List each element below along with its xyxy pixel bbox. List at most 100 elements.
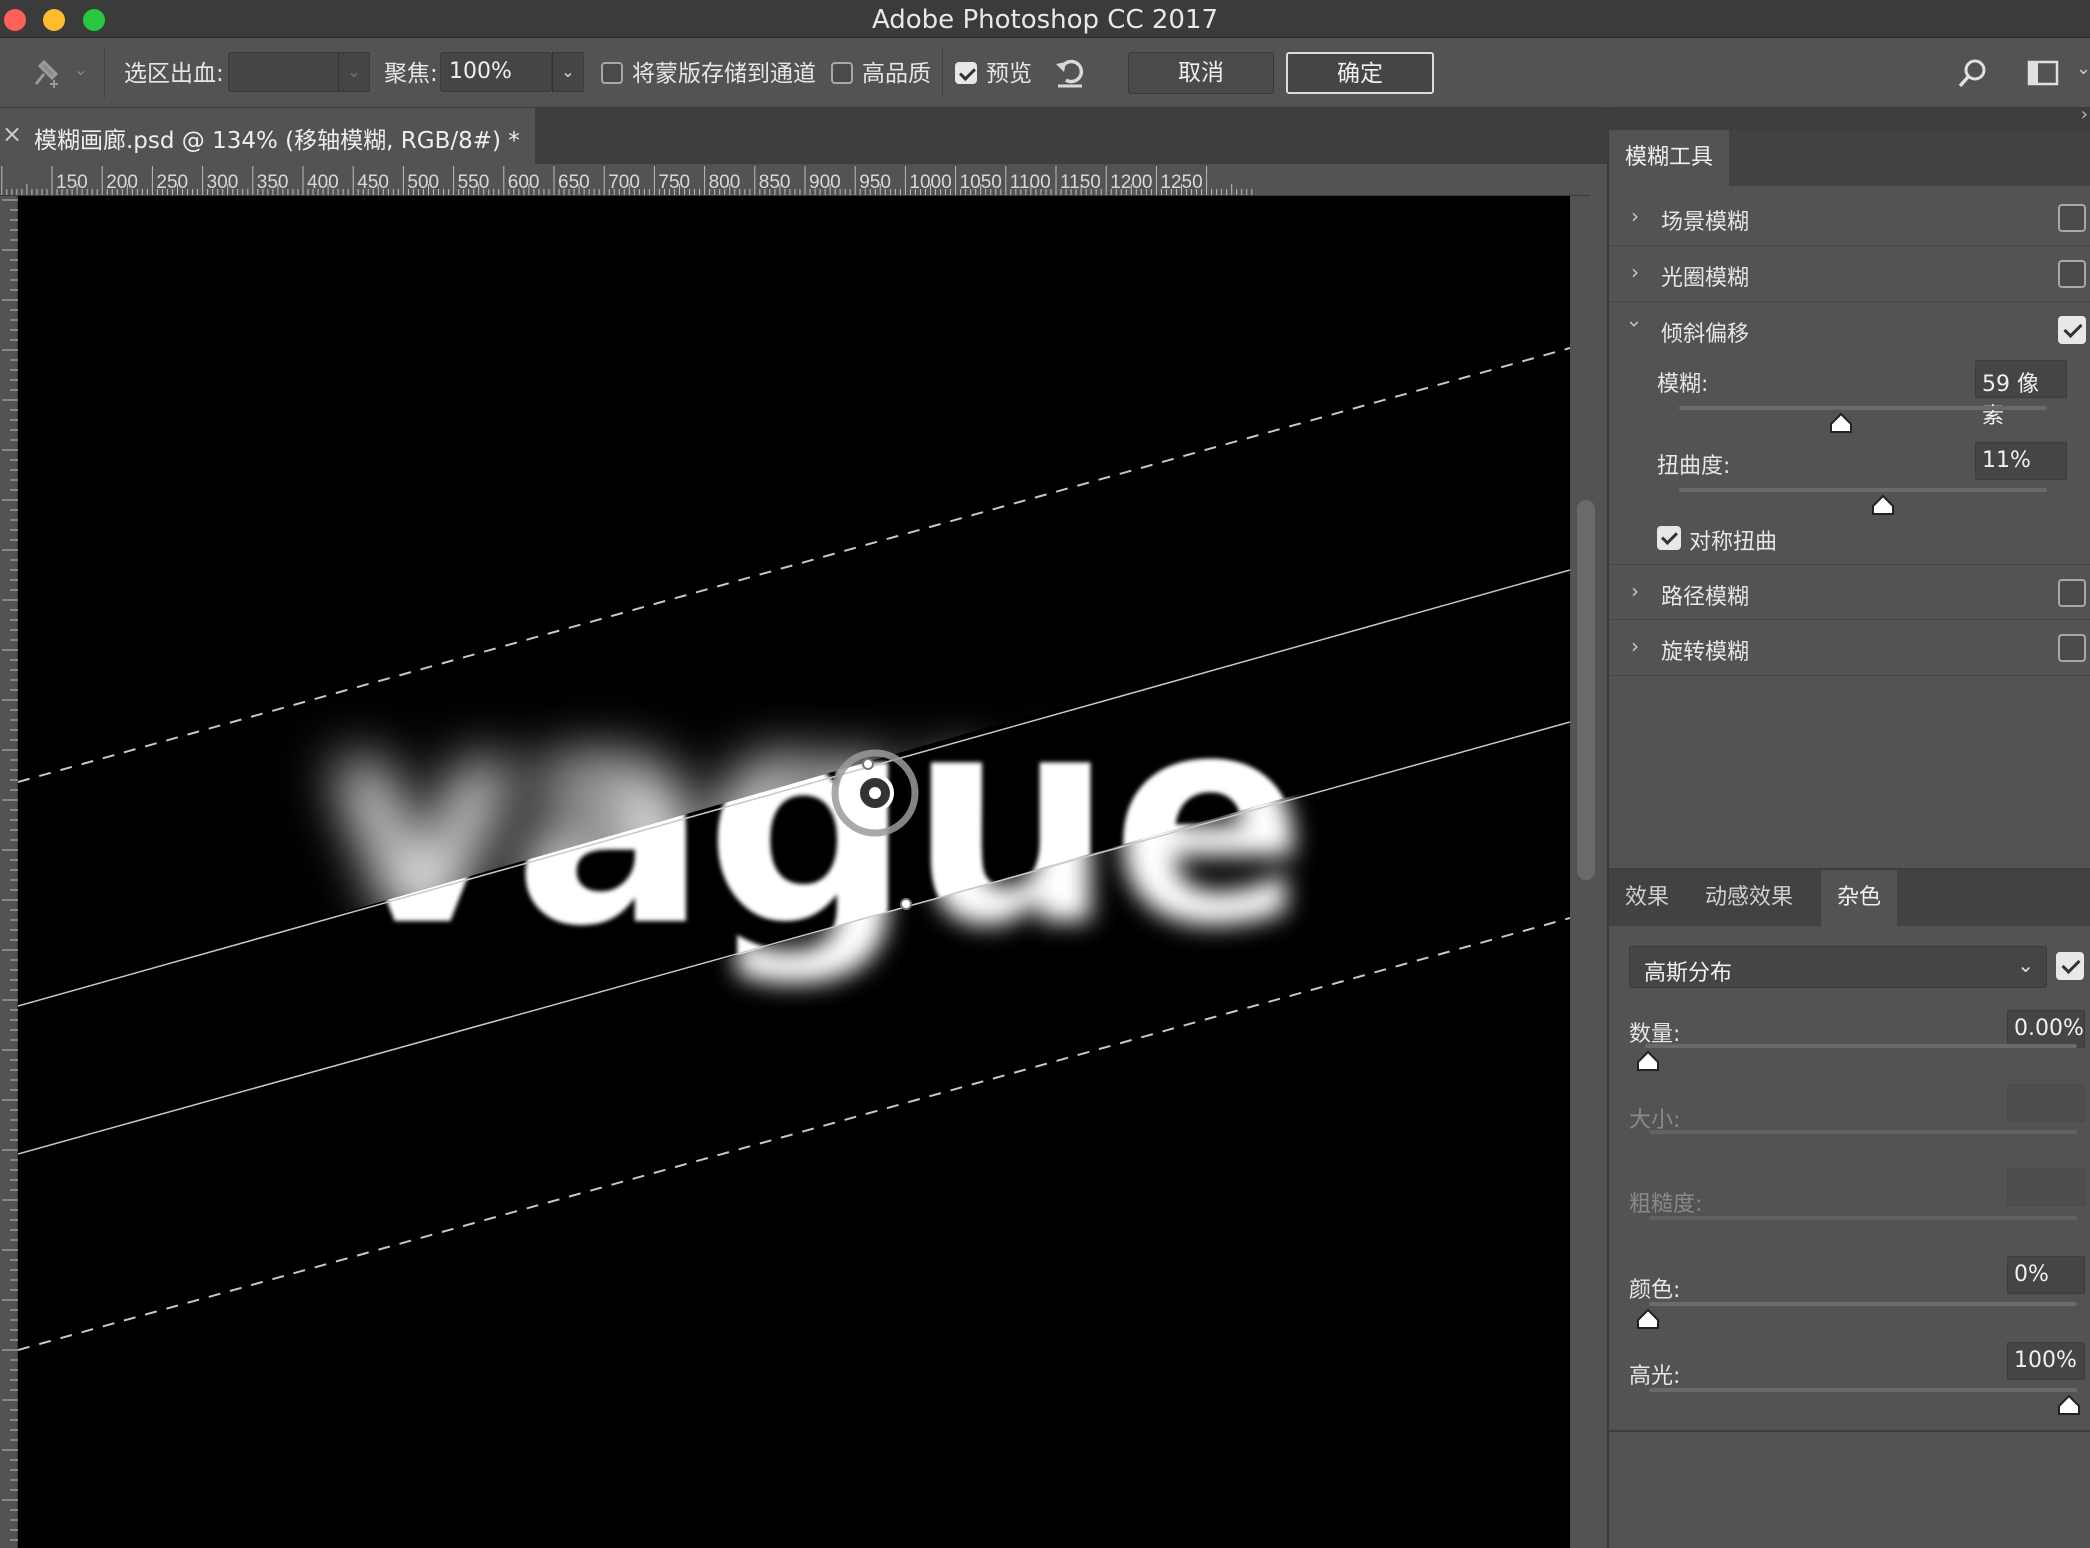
noise-amount-field[interactable]: 0.00% — [2007, 1010, 2085, 1048]
blur-amount-field[interactable]: 59 像素 — [1975, 360, 2067, 429]
noise-color-slider[interactable] — [1649, 1302, 2077, 1306]
field-blur-checkbox[interactable] — [2058, 204, 2086, 232]
selection-bleed-label: 选区出血: — [124, 61, 224, 87]
noise-size-slider — [1649, 1130, 2077, 1134]
chevron-right-icon[interactable]: › — [1631, 579, 1639, 603]
reset-icon[interactable] — [1052, 54, 1090, 90]
tilt-shift-checkbox[interactable] — [2058, 316, 2086, 344]
distortion-field[interactable]: 11% — [1975, 442, 2067, 480]
symmetric-distortion-checkbox[interactable] — [1657, 526, 1681, 550]
close-tab-icon[interactable]: × — [2, 120, 22, 148]
chevron-right-icon[interactable]: › — [1631, 260, 1639, 284]
high-quality-checkbox[interactable] — [831, 62, 853, 84]
tab-motion-effects[interactable]: 动感效果 — [1689, 870, 1809, 926]
canvas[interactable]: vague vague vague — [18, 196, 1570, 1548]
right-panels: › 模糊工具 › 场景模糊 › 光圈模糊 › 倾斜偏移 模糊: 59 像素 扭曲… — [1607, 104, 2090, 1548]
noise-size-field — [2007, 1084, 2085, 1122]
noise-amount-slider[interactable] — [1645, 1044, 2077, 1048]
ruler-label: 750 — [658, 172, 690, 193]
preview-label: 预览 — [986, 61, 1032, 87]
noise-highlight-label: 高光: — [1629, 1364, 1681, 1389]
blur-item-path[interactable]: › 路径模糊 — [1609, 564, 2090, 620]
focus-dropdown[interactable]: ⌄ — [552, 52, 584, 92]
workspace-icon[interactable] — [2026, 58, 2060, 88]
selection-bleed-field[interactable] — [228, 52, 342, 92]
blur-item-label: 倾斜偏移 — [1661, 322, 1750, 347]
chevron-down-icon: ⌄ — [2017, 953, 2034, 977]
ruler-label: 1000 — [909, 172, 951, 193]
scrollbar-thumb[interactable] — [1577, 500, 1595, 880]
collapse-panel-icon[interactable]: › — [2081, 104, 2088, 125]
ruler-label: 1150 — [1060, 172, 1101, 193]
distortion-slider[interactable] — [1679, 488, 2047, 492]
blur-tools-tabbar: 模糊工具 — [1609, 130, 2090, 186]
search-icon[interactable] — [1956, 56, 1990, 90]
chevron-right-icon[interactable]: › — [1631, 634, 1639, 658]
noise-distribution-value: 高斯分布 — [1644, 961, 1733, 986]
ruler-label: 150 — [56, 172, 88, 193]
blur-amount-slider[interactable] — [1679, 406, 2047, 410]
tool-preset-chevron-icon[interactable]: ⌄ — [74, 60, 87, 79]
ruler-label: 1200 — [1110, 172, 1152, 193]
blur-item-label: 场景模糊 — [1661, 210, 1750, 235]
save-mask-checkbox[interactable] — [601, 62, 623, 84]
document-tab[interactable]: × 模糊画廊.psd @ 134% (移轴模糊, RGB/8#) * — [0, 108, 535, 164]
panel-collapse-strip[interactable]: › — [1609, 104, 2090, 130]
pin-tool-icon[interactable] — [26, 56, 62, 92]
cancel-button[interactable]: 取消 — [1128, 52, 1274, 94]
path-blur-checkbox[interactable] — [2058, 579, 2086, 607]
noise-highlight-slider[interactable] — [1649, 1388, 2077, 1392]
distortion-label: 扭曲度: — [1657, 454, 1731, 479]
ruler-label: 900 — [809, 172, 841, 193]
selection-bleed-dropdown[interactable]: ⌄ — [338, 52, 370, 92]
focus-field[interactable]: 100% — [440, 52, 552, 92]
ruler-label: 600 — [508, 172, 540, 193]
horizontal-ruler: 150 200 250 300 350 400 450 500 550 600 650 700 750 8… — [0, 164, 1590, 196]
ok-button[interactable]: 确定 — [1286, 52, 1434, 94]
ruler-label: 700 — [608, 172, 640, 193]
preview-checkbox[interactable] — [955, 62, 977, 84]
ruler-label: 300 — [207, 172, 239, 193]
spin-blur-checkbox[interactable] — [2058, 634, 2086, 662]
ruler-label: 1100 — [1010, 172, 1051, 193]
blur-item-iris[interactable]: › 光圈模糊 — [1609, 246, 2090, 302]
save-mask-label: 将蒙版存储到通道 — [632, 61, 816, 87]
chevron-right-icon[interactable]: › — [1631, 204, 1639, 228]
iris-blur-checkbox[interactable] — [2058, 260, 2086, 288]
rotation-handle — [862, 758, 874, 770]
ruler-label: 250 — [156, 172, 188, 193]
ruler-label: 500 — [407, 172, 439, 193]
blur-item-spin[interactable]: › 旋转模糊 — [1609, 620, 2090, 676]
blur-item-tilt-shift[interactable]: › 倾斜偏移 — [1609, 302, 2090, 358]
ruler-label: 1250 — [1160, 172, 1202, 193]
ruler-label: 800 — [709, 172, 741, 193]
noise-color-field[interactable]: 0% — [2007, 1256, 2085, 1294]
workspace-chevron-icon[interactable]: ⌄ — [2076, 58, 2090, 79]
tab-effects[interactable]: 效果 — [1609, 870, 1685, 926]
noise-highlight-field[interactable]: 100% — [2007, 1342, 2085, 1380]
blur-item-label: 路径模糊 — [1661, 585, 1750, 610]
ruler-label: 850 — [759, 172, 791, 193]
divider — [1609, 1430, 2090, 1432]
ruler-label: 650 — [558, 172, 590, 193]
canvas-vertical-scrollbar[interactable] — [1574, 196, 1606, 1548]
high-quality-label: 高品质 — [862, 61, 931, 87]
noise-enabled-checkbox[interactable] — [2056, 952, 2084, 980]
tab-blur-tools[interactable]: 模糊工具 — [1609, 130, 1730, 186]
blur-item-label: 旋转模糊 — [1661, 640, 1750, 665]
effects-tabbar: 效果 动感效果 杂色 — [1609, 870, 2090, 926]
tab-noise[interactable]: 杂色 — [1821, 870, 1898, 926]
noise-roughness-field — [2007, 1168, 2085, 1206]
noise-distribution-select[interactable]: 高斯分布 ⌄ — [1629, 946, 2047, 988]
document-tab-bar: × 模糊画廊.psd @ 134% (移轴模糊, RGB/8#) * — [0, 108, 1607, 164]
ruler-label: 400 — [307, 172, 339, 193]
ruler-label: 200 — [106, 172, 138, 193]
blur-item-field[interactable]: › 场景模糊 — [1609, 190, 2090, 246]
chevron-down-icon[interactable]: › — [1623, 320, 1647, 328]
ruler-label: 1050 — [960, 172, 1002, 193]
focus-label: 聚焦: — [384, 61, 438, 87]
blur-item-label: 光圈模糊 — [1661, 266, 1750, 291]
symmetric-distortion-label: 对称扭曲 — [1689, 530, 1778, 555]
blur-amount-label: 模糊: — [1657, 372, 1709, 397]
ruler-label: 950 — [859, 172, 891, 193]
